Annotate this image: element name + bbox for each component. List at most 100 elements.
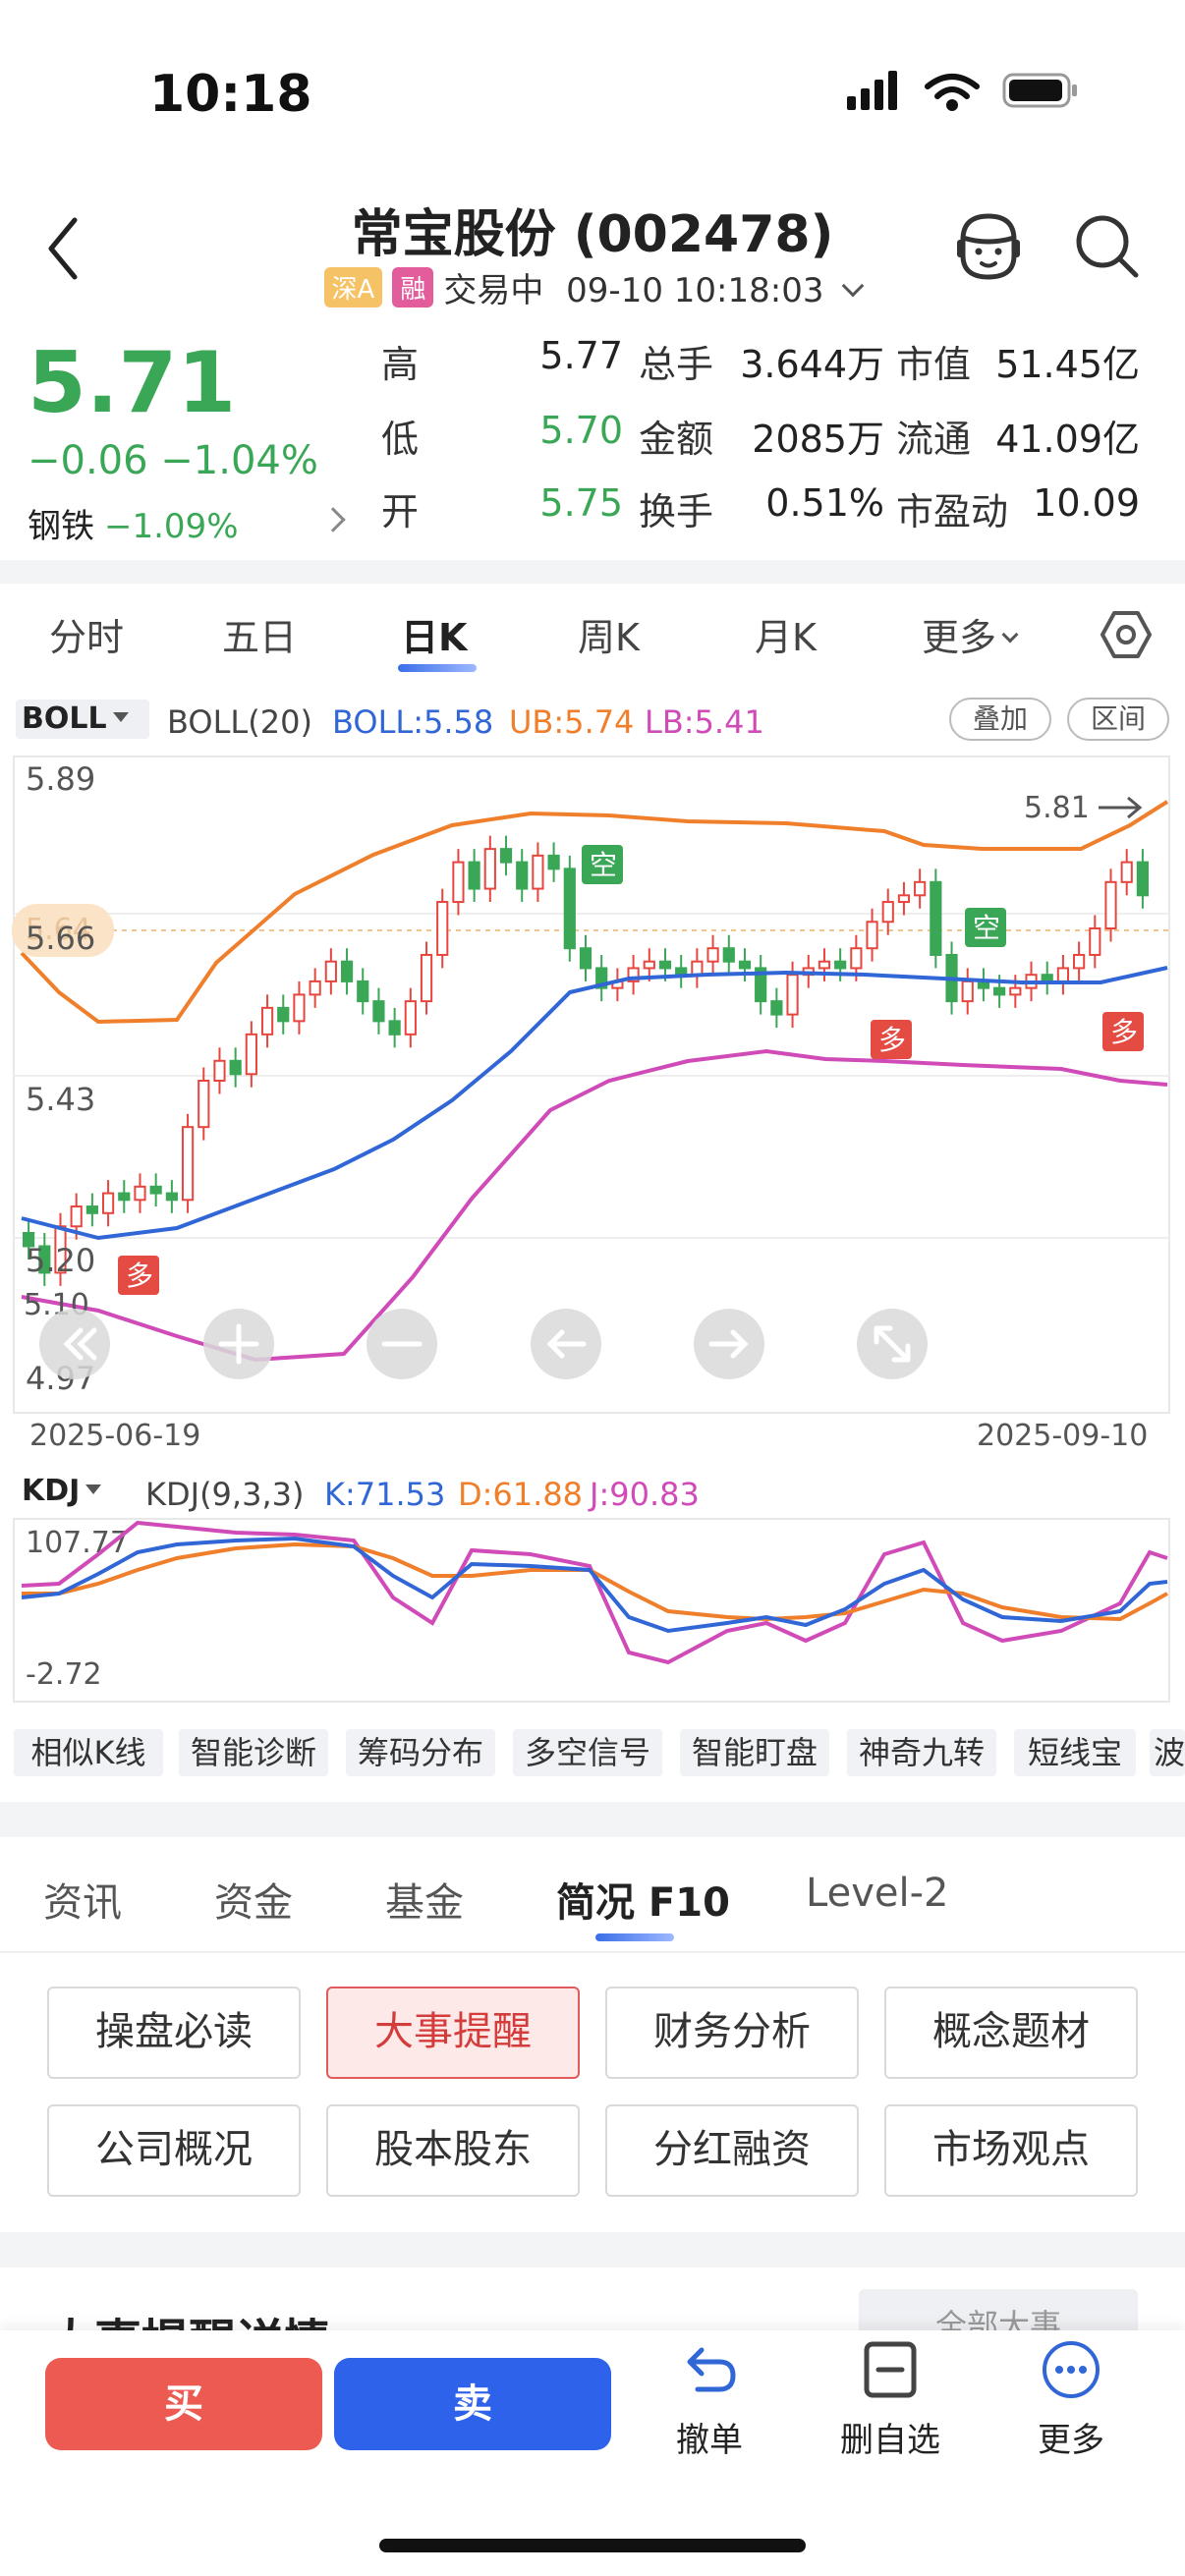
signal-icon: [847, 71, 897, 110]
range-button[interactable]: 区间: [1067, 698, 1169, 741]
tool-smart-diagnosis[interactable]: 智能诊断: [179, 1729, 328, 1776]
caret-down-icon: [112, 712, 129, 722]
sector-info[interactable]: 钢铁 −1.09%: [28, 499, 239, 547]
candle-body: [786, 974, 799, 1016]
candle-body: [1056, 967, 1070, 982]
tab-funds-flow[interactable]: 资金: [214, 1871, 293, 1928]
btn-dividends[interactable]: 分红融资: [605, 2104, 859, 2197]
margin-badge: 融: [392, 267, 434, 308]
candle-body: [532, 854, 544, 890]
tool-similar-k[interactable]: 相似K线: [14, 1729, 163, 1776]
candle-body: [452, 861, 465, 904]
tool-chip-distribution[interactable]: 筹码分布: [346, 1729, 495, 1776]
tool-short-term[interactable]: 短线宝: [1014, 1729, 1136, 1776]
tab-more[interactable]: 更多: [922, 607, 1019, 661]
candle-body: [1120, 861, 1133, 883]
sector-pct: −1.09%: [104, 507, 239, 546]
btn-company-profile[interactable]: 公司概况: [47, 2104, 301, 2197]
candle-body: [181, 1126, 195, 1202]
tab-five-day[interactable]: 五日: [222, 607, 297, 661]
candle-body: [1009, 986, 1022, 996]
signal-duo-2: 多: [871, 1020, 912, 1059]
section-divider: [0, 2232, 1185, 2268]
tool-wave[interactable]: 波: [1150, 1729, 1185, 1776]
tool-long-short-signal[interactable]: 多空信号: [513, 1729, 662, 1776]
boll-label: BOLL: [22, 701, 129, 736]
stat-label: 高: [381, 343, 420, 386]
candle-body: [149, 1185, 162, 1195]
boll-ub: UB:5.74: [509, 703, 635, 741]
candle-body: [118, 1192, 131, 1202]
candle-body: [309, 980, 321, 996]
chevron-down-icon: [1001, 626, 1019, 644]
stat-value: 2085万: [752, 418, 884, 461]
candle-body: [1089, 927, 1101, 956]
candle-body: [818, 960, 831, 970]
settings-icon[interactable]: [1099, 607, 1154, 662]
btn-financial-analysis[interactable]: 财务分析: [605, 1987, 859, 2079]
btn-must-read[interactable]: 操盘必读: [47, 1987, 301, 2079]
battery-icon: [1002, 73, 1077, 108]
k-line: [21, 1536, 1168, 1634]
tab-news[interactable]: 资讯: [43, 1871, 122, 1928]
kdj-bottom: -2.72: [26, 1657, 102, 1692]
candle-body: [245, 1033, 257, 1076]
tab-monthly-k[interactable]: 月K: [755, 607, 817, 661]
overlay-button[interactable]: 叠加: [949, 698, 1051, 741]
zoom-out-icon: [367, 1309, 437, 1379]
stat-label: 总手: [639, 343, 714, 386]
stat-label: 流通: [896, 418, 972, 461]
signal-duo-3: 多: [1102, 1012, 1144, 1051]
candle-body: [229, 1059, 242, 1076]
remove-watchlist-icon[interactable]: [859, 2338, 922, 2401]
kdj-selector[interactable]: KDJ: [22, 1474, 102, 1508]
zoom-in-icon: [203, 1309, 274, 1379]
home-indicator: [379, 2539, 806, 2552]
date-start: 2025-06-19: [29, 1419, 201, 1453]
expand-icon: [857, 1309, 928, 1379]
signal-kong-1: 空: [582, 845, 623, 884]
caret-down-icon: [85, 1484, 102, 1494]
cancel-order-label[interactable]: 撤单: [641, 2413, 778, 2461]
candlestick-chart[interactable]: 5.64 5.89 5.66 5.43 5.20 4.97 5.10 5.81 …: [0, 747, 1185, 1434]
candle-body: [579, 947, 592, 970]
date-end: 2025-09-10: [977, 1419, 1149, 1453]
tab-indicator: [595, 1933, 674, 1941]
btn-shareholders[interactable]: 股本股东: [326, 2104, 580, 2197]
tab-weekly-k[interactable]: 周K: [578, 607, 640, 661]
tool-magic-nine[interactable]: 神奇九转: [847, 1729, 996, 1776]
btn-event-reminder[interactable]: 大事提醒: [326, 1987, 580, 2079]
tab-level2[interactable]: Level-2: [806, 1871, 948, 1916]
candle-body: [516, 861, 529, 890]
last-price: 5.71: [28, 334, 237, 432]
svg-text:多: 多: [878, 1024, 906, 1056]
assistant-icon[interactable]: [949, 206, 1028, 285]
candle-body: [340, 960, 354, 982]
btn-market-views[interactable]: 市场观点: [884, 2104, 1138, 2197]
candle-body: [914, 880, 927, 897]
tab-intraday[interactable]: 分时: [49, 607, 124, 661]
candle-body: [770, 1000, 783, 1016]
buy-button[interactable]: 买: [45, 2358, 322, 2450]
tab-daily-k[interactable]: 日K: [401, 607, 467, 661]
tab-indicator: [398, 664, 477, 672]
candle-body: [85, 1205, 98, 1214]
tab-f10[interactable]: 简况 F10: [556, 1871, 730, 1928]
candle-body: [420, 953, 433, 1003]
boll-mid: BOLL:5.58: [332, 703, 494, 741]
kdj-chart[interactable]: 107.77 -2.72: [0, 1515, 1185, 1711]
stat-value: 0.51%: [765, 481, 884, 525]
undo-icon[interactable]: [678, 2338, 741, 2401]
tab-funds[interactable]: 基金: [385, 1871, 464, 1928]
boll-label-text: BOLL: [22, 701, 107, 736]
btn-concepts[interactable]: 概念题材: [884, 1987, 1138, 2079]
sell-button[interactable]: 卖: [334, 2358, 611, 2450]
candle-body: [563, 868, 576, 950]
more-icon[interactable]: [1040, 2338, 1102, 2401]
tool-smart-watch[interactable]: 智能盯盘: [680, 1729, 829, 1776]
more-label[interactable]: 更多: [1002, 2413, 1140, 2461]
candle-body: [738, 960, 752, 970]
search-icon[interactable]: [1067, 206, 1146, 285]
candle-body: [388, 1020, 401, 1036]
remove-watchlist-label[interactable]: 删自选: [821, 2413, 959, 2461]
